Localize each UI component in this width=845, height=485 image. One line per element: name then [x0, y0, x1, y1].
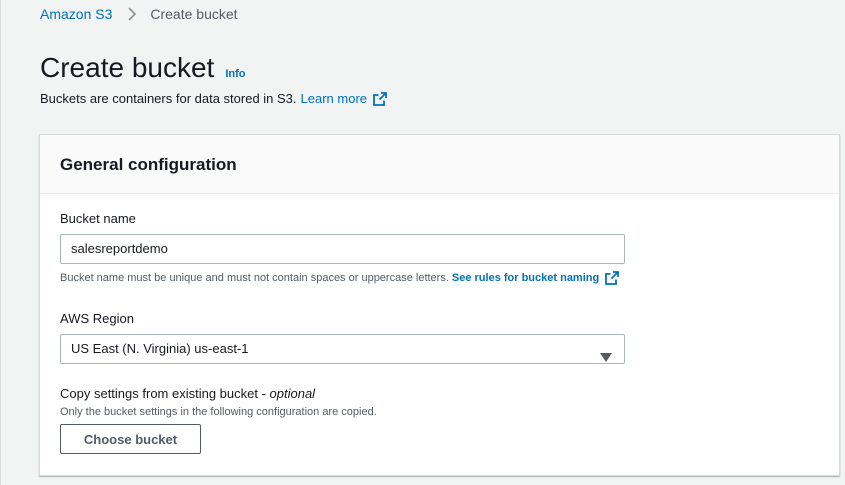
- title-row: Create bucket Info: [40, 50, 246, 86]
- chevron-right-icon: [125, 7, 139, 21]
- copy-settings-label-text: Copy settings from existing bucket -: [60, 386, 270, 401]
- choose-bucket-button[interactable]: Choose bucket: [60, 424, 201, 454]
- page-description: Buckets are containers for data stored i…: [40, 91, 387, 107]
- general-configuration-panel: General configuration Bucket name salesr…: [39, 134, 840, 476]
- info-link[interactable]: Info: [225, 68, 245, 80]
- aws-region-selected: US East (N. Virginia) us-east-1: [71, 341, 249, 356]
- optional-tag: optional: [269, 386, 316, 401]
- bucket-name-label: Bucket name: [60, 211, 136, 226]
- learn-more-label: Learn more: [300, 91, 368, 106]
- bucket-naming-rules-label: See rules for bucket naming: [451, 272, 600, 284]
- copy-settings-hint: Only the bucket settings in the followin…: [60, 406, 377, 418]
- breadcrumb-amazon-s3[interactable]: Amazon S3: [40, 6, 112, 22]
- external-link-icon: [605, 271, 620, 285]
- bucket-name-input[interactable]: salesreportdemo: [60, 234, 625, 264]
- page: Amazon S3 Create bucket Create bucket In…: [0, 0, 845, 485]
- breadcrumb: Amazon S3 Create bucket: [40, 6, 238, 22]
- panel-title: General configuration: [60, 155, 237, 174]
- panel-header: General configuration: [40, 135, 839, 194]
- bucket-name-hint-text: Bucket name must be unique and must not …: [60, 272, 449, 284]
- external-link-icon: [373, 92, 387, 106]
- page-description-text: Buckets are containers for data stored i…: [40, 91, 297, 106]
- page-title: Create bucket: [40, 52, 215, 83]
- bucket-naming-rules-link[interactable]: See rules for bucket naming: [451, 271, 620, 285]
- copy-settings-label: Copy settings from existing bucket - opt…: [60, 386, 315, 402]
- aws-region-select[interactable]: US East (N. Virginia) us-east-1: [60, 334, 625, 364]
- learn-more-link[interactable]: Learn more: [301, 91, 387, 107]
- bucket-name-hint: Bucket name must be unique and must not …: [60, 271, 620, 285]
- aws-region-label: AWS Region: [60, 311, 134, 326]
- caret-down-icon: [600, 345, 612, 362]
- breadcrumb-create-bucket: Create bucket: [150, 6, 238, 22]
